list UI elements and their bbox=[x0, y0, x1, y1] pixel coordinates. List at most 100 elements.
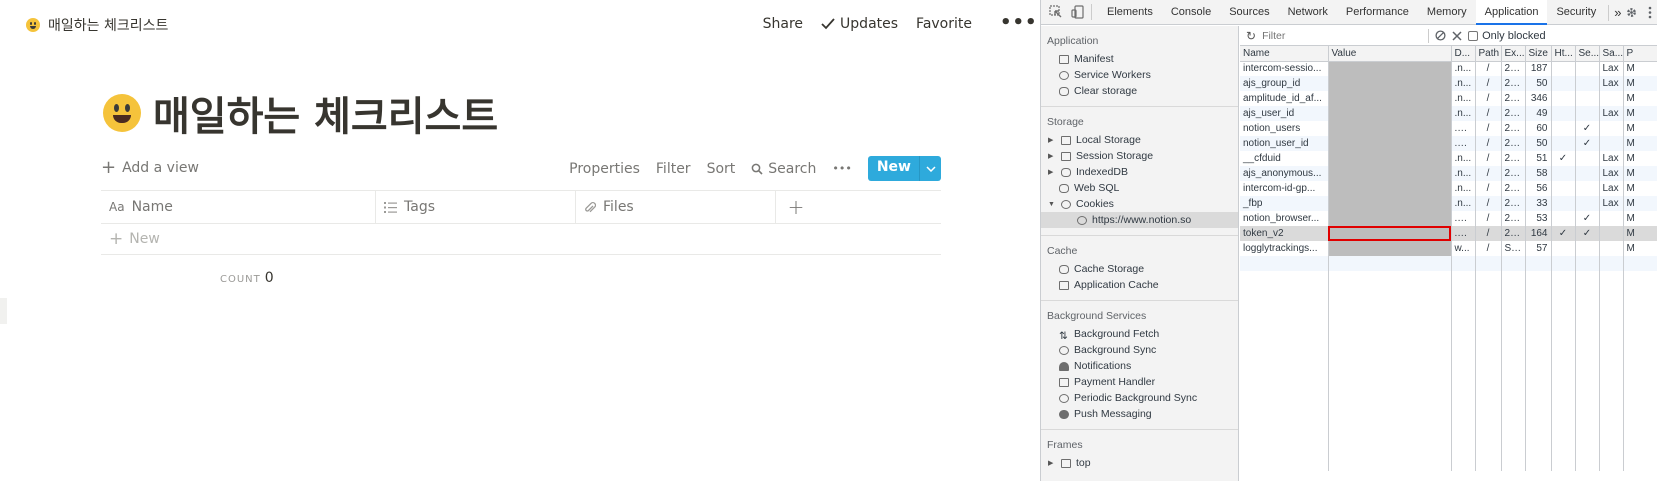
add-view-button[interactable]: + Add a view bbox=[101, 159, 199, 177]
cookie-http bbox=[1551, 76, 1576, 91]
cookie-row[interactable]: notion_users .w.../20... 60 ✓ M bbox=[1240, 121, 1657, 136]
cookie-row[interactable]: token_v2 .w.../20... 164 ✓ ✓ M bbox=[1240, 226, 1657, 241]
sidebar-item-application-cache[interactable]: Application Cache bbox=[1041, 277, 1238, 293]
cookie-p: M bbox=[1623, 76, 1657, 91]
column-header[interactable]: Name bbox=[1240, 46, 1329, 62]
cookie-exp: 20... bbox=[1501, 91, 1526, 106]
sidebar-item-push-messaging[interactable]: Push Messaging bbox=[1041, 406, 1238, 422]
column-header[interactable]: Ht... bbox=[1551, 46, 1576, 62]
cookie-row[interactable]: ajs_user_id .n.../20... 49 Lax M bbox=[1240, 106, 1657, 121]
sidebar-item-manifest[interactable]: Manifest bbox=[1041, 51, 1238, 67]
tab-sources[interactable]: Sources bbox=[1220, 0, 1278, 25]
breadcrumb[interactable]: 매일하는 체크리스트 bbox=[26, 15, 168, 35]
expand-arrow-icon[interactable]: ▶ bbox=[1048, 459, 1056, 467]
device-toolbar-icon[interactable] bbox=[1071, 5, 1085, 19]
new-row-button[interactable]: + New bbox=[101, 224, 941, 255]
column-header[interactable]: Path bbox=[1475, 46, 1502, 62]
clock-icon bbox=[1059, 393, 1069, 403]
sidebar-item-periodic-sync[interactable]: Periodic Background Sync bbox=[1041, 390, 1238, 406]
add-property-button[interactable]: + bbox=[776, 191, 816, 223]
sidebar-item-service-workers[interactable]: Service Workers bbox=[1041, 67, 1238, 83]
column-header[interactable]: Sa... bbox=[1599, 46, 1624, 62]
filter-input[interactable] bbox=[1262, 29, 1423, 42]
sidebar-item-background-sync[interactable]: Background Sync bbox=[1041, 342, 1238, 358]
column-files[interactable]: Files bbox=[576, 191, 776, 223]
column-name[interactable]: Aa Name bbox=[101, 191, 376, 223]
sidebar-item-cache-storage[interactable]: Cache Storage bbox=[1041, 261, 1238, 277]
share-button[interactable]: Share bbox=[763, 16, 803, 32]
tab-network[interactable]: Network bbox=[1279, 0, 1337, 25]
expand-arrow-icon[interactable]: ▶ bbox=[1048, 168, 1056, 176]
tab-application[interactable]: Application bbox=[1475, 0, 1548, 25]
filter-button[interactable]: Filter bbox=[656, 161, 691, 177]
sidebar-item-web-sql[interactable]: Web SQL bbox=[1041, 180, 1238, 196]
column-header[interactable]: Se... bbox=[1575, 46, 1600, 62]
sidebar-item-session-storage[interactable]: ▶ Session Storage bbox=[1041, 148, 1238, 164]
cookie-row[interactable]: notion_user_id .w.../20... 50 ✓ M bbox=[1240, 136, 1657, 151]
column-header[interactable]: Size bbox=[1525, 46, 1552, 62]
sidebar-item-clear-storage[interactable]: Clear storage bbox=[1041, 83, 1238, 99]
cookie-row[interactable]: _fbp .n.../20... 33 Lax M bbox=[1240, 196, 1657, 211]
expand-arrow-icon[interactable]: ▶ bbox=[1048, 136, 1056, 144]
only-blocked-checkbox[interactable]: Only blocked bbox=[1468, 30, 1546, 42]
properties-button[interactable]: Properties bbox=[569, 161, 640, 177]
cookie-size: 58 bbox=[1525, 166, 1552, 181]
updates-button[interactable]: Updates bbox=[821, 16, 898, 32]
tab-security[interactable]: Security bbox=[1547, 0, 1605, 25]
sidebar-item-payment-handler[interactable]: Payment Handler bbox=[1041, 374, 1238, 390]
column-header[interactable]: Ex... bbox=[1501, 46, 1526, 62]
sidebar-item-notifications[interactable]: Notifications bbox=[1041, 358, 1238, 374]
sort-button[interactable]: Sort bbox=[707, 161, 736, 177]
count-summary[interactable]: COUNT 0 bbox=[220, 270, 274, 286]
cookie-row[interactable]: logglytrackings... w... / Se... 57 M bbox=[1240, 241, 1657, 256]
sidebar-item-indexeddb[interactable]: ▶ IndexedDB bbox=[1041, 164, 1238, 180]
tab-console[interactable]: Console bbox=[1162, 0, 1220, 25]
cookie-row[interactable]: ajs_group_id .n.../20... 50 Lax M bbox=[1240, 76, 1657, 91]
chevron-down-icon[interactable] bbox=[919, 156, 941, 181]
tab-performance[interactable]: Performance bbox=[1337, 0, 1418, 25]
cookie-row[interactable]: notion_browser... .w.../20... 53 ✓ M bbox=[1240, 211, 1657, 226]
tab-memory[interactable]: Memory bbox=[1418, 0, 1476, 25]
cookie-row[interactable]: ajs_anonymous... .n.../20... 58 Lax M bbox=[1240, 166, 1657, 181]
page-icon-smiley[interactable] bbox=[103, 94, 141, 132]
cookie-row[interactable]: intercom-sessio... .n.../20... 187 Lax M bbox=[1240, 61, 1657, 76]
cookie-value-redacted bbox=[1328, 91, 1452, 106]
sidebar-item-frame-top[interactable]: ▶ top bbox=[1041, 455, 1238, 471]
page-title[interactable]: 매일하는 체크리스트 bbox=[103, 84, 498, 142]
sidebar-item-background-fetch[interactable]: ⇅ Background Fetch bbox=[1041, 326, 1238, 342]
cookie-domain: .n... bbox=[1451, 196, 1476, 211]
cookie-row[interactable]: __cfduid .n.../20... 51 ✓ Lax M bbox=[1240, 151, 1657, 166]
clear-icon[interactable] bbox=[1452, 30, 1462, 41]
sidebar-item-cookie-origin[interactable]: https://www.notion.so bbox=[1041, 212, 1238, 228]
kebab-menu-icon[interactable] bbox=[1648, 6, 1652, 19]
column-header[interactable]: P bbox=[1623, 46, 1657, 62]
sidebar-item-cookies[interactable]: ▼ Cookies bbox=[1041, 196, 1238, 212]
favorite-button[interactable]: Favorite bbox=[916, 16, 972, 32]
cookie-same bbox=[1599, 121, 1624, 136]
database-more-button[interactable]: ••• bbox=[832, 162, 851, 175]
cookie-path: / bbox=[1475, 106, 1502, 121]
search-button[interactable]: Search bbox=[751, 161, 816, 177]
cookie-http bbox=[1551, 211, 1576, 226]
devtools-tabbar: Elements Console Sources Network Performance… bbox=[1041, 0, 1657, 25]
section-background-services: Background Services ⇅ Background Fetch Ba… bbox=[1041, 301, 1238, 430]
column-tags[interactable]: Tags bbox=[376, 191, 576, 223]
tab-elements[interactable]: Elements bbox=[1098, 0, 1162, 25]
page-more-button[interactable]: ••• bbox=[1000, 14, 1038, 32]
cookie-name: notion_users bbox=[1240, 121, 1329, 136]
new-button[interactable]: New bbox=[867, 156, 941, 181]
gear-icon[interactable] bbox=[1625, 6, 1638, 19]
collapse-arrow-icon[interactable]: ▼ bbox=[1048, 201, 1056, 208]
sidebar-resize-handle[interactable] bbox=[0, 298, 7, 324]
column-header[interactable]: D... bbox=[1451, 46, 1476, 62]
cookie-row[interactable]: intercom-id-gp... .n.../20... 56 Lax M bbox=[1240, 181, 1657, 196]
cookie-exp: 20... bbox=[1501, 196, 1526, 211]
cookie-row[interactable]: amplitude_id_af... .n.../20... 346 M bbox=[1240, 91, 1657, 106]
sidebar-item-local-storage[interactable]: ▶ Local Storage bbox=[1041, 132, 1238, 148]
block-icon[interactable] bbox=[1435, 30, 1446, 41]
column-header[interactable]: Value bbox=[1328, 46, 1452, 62]
refresh-icon[interactable]: ↻ bbox=[1246, 29, 1256, 43]
checkbox-box[interactable] bbox=[1468, 30, 1479, 41]
expand-arrow-icon[interactable]: ▶ bbox=[1048, 152, 1056, 160]
inspect-element-icon[interactable] bbox=[1049, 5, 1063, 19]
